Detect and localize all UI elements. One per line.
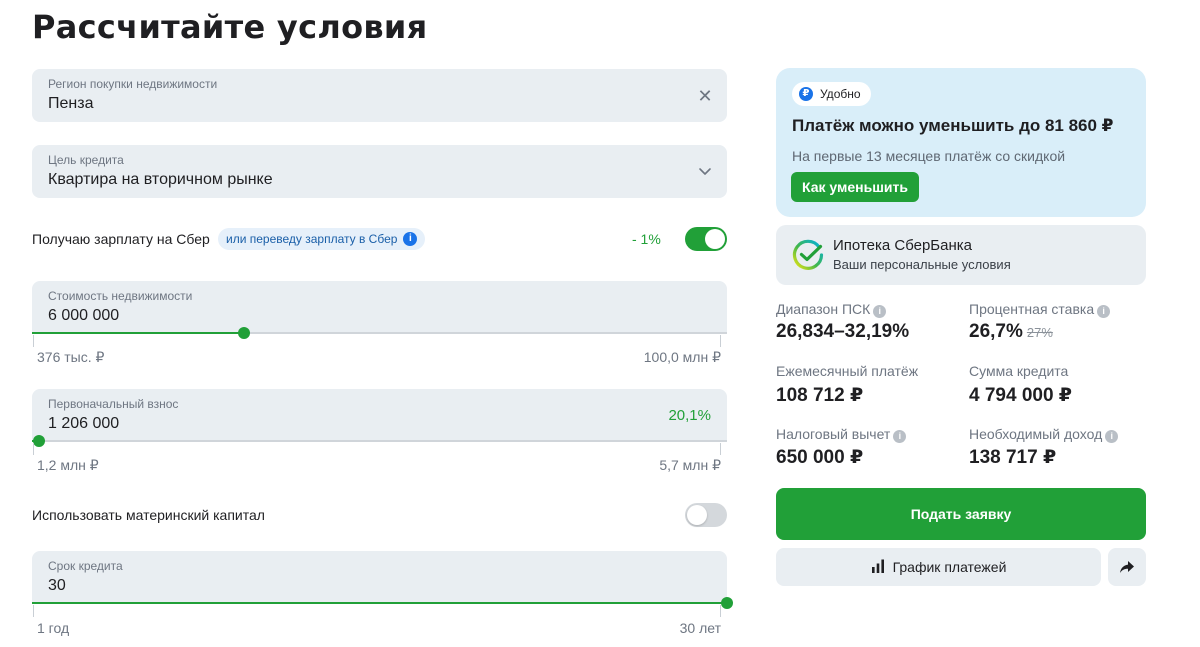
- loan-term-slider[interactable]: [32, 597, 733, 609]
- maternity-capital-label: Использовать материнский капитал: [32, 507, 265, 523]
- property-price-field[interactable]: Стоимость недвижимости 6 000 000: [32, 281, 727, 347]
- slider-thumb[interactable]: [721, 597, 733, 609]
- range-tick: [720, 443, 721, 455]
- region-field[interactable]: Регион покупки недвижимости Пенза ✕: [32, 69, 727, 122]
- info-icon[interactable]: i: [893, 430, 907, 443]
- sber-card-subtitle: Ваши персональные условия: [833, 257, 1011, 272]
- price-max-label: 100,0 млн ₽: [643, 349, 721, 365]
- term-min-label: 1 год: [37, 620, 70, 636]
- range-tick: [33, 335, 34, 347]
- region-value: Пенза: [48, 95, 94, 112]
- loan-amount-value: 4 794 000 ₽: [969, 385, 1073, 406]
- promo-card: ₽ Удобно Платёж можно уменьшить до 81 86…: [776, 68, 1146, 217]
- maternity-capital-toggle[interactable]: [685, 503, 727, 527]
- price-min-label: 376 тыс. ₽: [37, 349, 105, 365]
- monthly-payment-label: Ежемесячный платёж: [776, 363, 919, 379]
- salary-label: Получаю зарплату на Сбер: [32, 231, 210, 247]
- promo-badge: ₽ Удобно: [792, 82, 871, 106]
- required-income-label: Необходимый доход i: [969, 426, 1119, 443]
- salary-toggle[interactable]: [685, 227, 727, 251]
- loan-goal-select[interactable]: Цель кредита Квартира на вторичном рынке: [32, 145, 727, 198]
- payment-schedule-label: График платежей: [892, 559, 1007, 575]
- down-payment-label: Первоначальный взнос: [48, 397, 179, 411]
- sber-card-title: Ипотека СберБанка: [833, 237, 973, 254]
- loan-goal-value: Квартира на вторичном рынке: [48, 171, 273, 188]
- clear-icon[interactable]: ✕: [695, 86, 715, 106]
- required-income-label-text: Необходимый доход: [969, 426, 1103, 442]
- salary-discount: - 1%: [632, 231, 661, 247]
- region-label: Регион покупки недвижимости: [48, 77, 218, 91]
- chevron-down-icon: [699, 168, 711, 175]
- down-payment-percent: 20,1%: [668, 407, 711, 424]
- promo-badge-label: Удобно: [820, 87, 861, 101]
- share-icon: [1120, 561, 1134, 573]
- slider-thumb[interactable]: [32, 435, 45, 447]
- psk-label: Диапазон ПСК i: [776, 301, 887, 318]
- sber-mortgage-card: Ипотека СберБанка Ваши персональные усло…: [776, 225, 1146, 285]
- tax-deduction-label: Налоговый вычет i: [776, 426, 907, 443]
- psk-value: 26,834–32,19%: [776, 321, 910, 342]
- loan-term-value: 30: [48, 577, 66, 594]
- down-payment-field[interactable]: Первоначальный взнос 1 206 000 20,1%: [32, 389, 727, 455]
- required-income-value: 138 717 ₽: [969, 447, 1057, 468]
- toggle-knob: [687, 505, 707, 525]
- psk-label-text: Диапазон ПСК: [776, 301, 871, 317]
- info-icon[interactable]: i: [873, 305, 887, 318]
- promo-title: Платёж можно уменьшить до 81 860 ₽: [792, 116, 1114, 135]
- slider-thumb[interactable]: [237, 327, 250, 339]
- loan-amount-label: Сумма кредита: [969, 363, 1069, 379]
- down-payment-max-label: 5,7 млн ₽: [659, 457, 721, 473]
- rate-label: Процентная ставка i: [969, 301, 1111, 318]
- slider-fill: [32, 332, 244, 334]
- salary-transfer-chip-label: или переведу зарплату в Сбер: [226, 232, 398, 246]
- info-icon[interactable]: i: [1105, 430, 1119, 443]
- old-rate-value: 27%: [1026, 325, 1053, 340]
- how-to-reduce-button[interactable]: Как уменьшить: [791, 172, 919, 202]
- loan-goal-label: Цель кредита: [48, 153, 124, 167]
- down-payment-slider[interactable]: [32, 435, 727, 447]
- apply-button[interactable]: Подать заявку: [776, 488, 1146, 540]
- range-tick: [33, 443, 34, 455]
- range-tick: [720, 605, 721, 617]
- promo-subtitle: На первые 13 месяцев платёж со скидкой: [792, 148, 1066, 164]
- info-icon[interactable]: i: [1097, 305, 1111, 318]
- down-payment-min-label: 1,2 млн ₽: [37, 457, 99, 473]
- range-tick: [33, 605, 34, 617]
- bar-chart-icon: [871, 559, 884, 573]
- payment-schedule-button[interactable]: График платежей: [776, 548, 1101, 586]
- rate-label-text: Процентная ставка: [969, 301, 1095, 317]
- monthly-payment-value: 108 712 ₽: [776, 385, 864, 406]
- range-tick: [720, 335, 721, 347]
- loan-term-field[interactable]: Срок кредита 30: [32, 551, 733, 617]
- property-price-slider[interactable]: [32, 327, 727, 339]
- share-button[interactable]: [1108, 548, 1146, 586]
- sber-logo-icon: [792, 239, 824, 270]
- info-icon[interactable]: i: [403, 232, 418, 246]
- page-title: Рассчитайте условия: [32, 8, 428, 46]
- slider-fill: [32, 602, 727, 604]
- loan-term-label: Срок кредита: [48, 559, 123, 573]
- property-price-label: Стоимость недвижимости: [48, 289, 193, 303]
- salary-transfer-chip[interactable]: или переведу зарплату в Сбер i: [218, 228, 426, 250]
- property-price-value: 6 000 000: [48, 307, 120, 324]
- term-max-label: 30 лет: [679, 620, 721, 636]
- rate-value-group: 26,7% 27%: [969, 321, 1053, 343]
- ruble-icon: ₽: [799, 87, 813, 101]
- tax-deduction-label-text: Налоговый вычет: [776, 426, 891, 442]
- rate-value: 26,7%: [969, 321, 1023, 342]
- down-payment-value: 1 206 000: [48, 415, 120, 432]
- tax-deduction-value: 650 000 ₽: [776, 447, 864, 468]
- toggle-knob: [705, 229, 725, 249]
